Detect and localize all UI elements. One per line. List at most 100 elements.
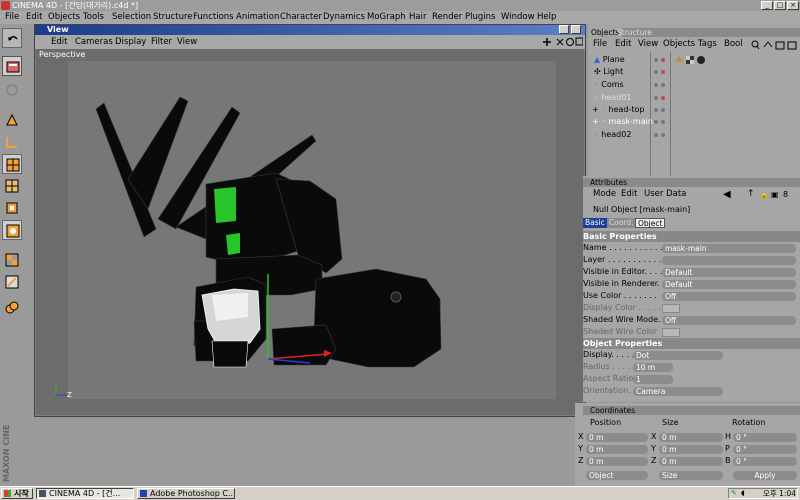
editor-visibility-dot[interactable]: [654, 108, 658, 112]
plane-tags[interactable]: [674, 54, 714, 66]
edges-mode-button[interactable]: [2, 132, 22, 152]
render-visibility-dot[interactable]: [661, 96, 665, 100]
objects-menu-view[interactable]: View: [638, 38, 658, 51]
object-axis-button[interactable]: [2, 176, 22, 196]
attributes-menu-edit[interactable]: Edit: [621, 188, 637, 201]
orientation-select[interactable]: Camera: [633, 387, 723, 396]
up-arrow-icon[interactable]: ↑: [747, 188, 755, 201]
maximize-view-icon[interactable]: [575, 37, 583, 46]
taskbar-cinema4d[interactable]: CINEMA 4D - [건...: [36, 488, 134, 499]
editor-visibility-dot[interactable]: [654, 96, 658, 100]
render-visibility-dot[interactable]: [661, 120, 665, 124]
editor-visibility-dot[interactable]: [654, 133, 658, 137]
up-icon[interactable]: [763, 41, 773, 48]
tray-sound-icon[interactable]: ◖: [741, 489, 745, 498]
editor-visibility-dot[interactable]: [654, 120, 658, 124]
rot-h-field[interactable]: 0 °: [733, 433, 797, 442]
view-window[interactable]: View Edit Cameras Display Filter View Pe…: [34, 24, 586, 417]
object-item-light[interactable]: ✣ Light: [594, 66, 623, 78]
render-visibility-dot[interactable]: [661, 108, 665, 112]
tab-coord[interactable]: Coord.: [607, 218, 636, 228]
new-window-icon[interactable]: ▣: [771, 188, 779, 201]
taskbar-photoshop[interactable]: Adobe Photoshop C...: [137, 488, 235, 499]
object-item-plane[interactable]: ▲ Plane: [594, 54, 625, 66]
object-item-mask-main[interactable]: + ◦ mask-main: [592, 116, 653, 128]
render-visibility-dot[interactable]: [661, 133, 665, 137]
editor-visibility-dot[interactable]: [654, 58, 658, 62]
visible-editor-select[interactable]: Default: [662, 268, 796, 277]
objects-menu-bool[interactable]: Bool: [724, 38, 743, 51]
tab-object[interactable]: Object: [635, 218, 666, 228]
render-visibility-dot[interactable]: [661, 58, 665, 62]
menu-animation[interactable]: Animation: [236, 11, 279, 24]
object-item-head02[interactable]: ◦ head02: [594, 129, 631, 141]
display-color-swatch[interactable]: [662, 304, 680, 313]
view-navigation-icons[interactable]: [543, 37, 583, 47]
tray-clock[interactable]: 오후 1:04: [763, 489, 796, 498]
texture-mode-button[interactable]: [2, 80, 22, 100]
attributes-title[interactable]: Attributes: [587, 178, 630, 187]
menu-functions[interactable]: Functions: [193, 11, 234, 24]
aspect-ratio-field[interactable]: 1: [633, 375, 673, 384]
view-menu-cameras[interactable]: Cameras: [75, 35, 113, 49]
visible-renderer-select[interactable]: Default: [662, 280, 796, 289]
animation-mode-button[interactable]: [2, 198, 22, 218]
zoom-view-icon[interactable]: [556, 38, 564, 46]
paint-mode-button[interactable]: [2, 298, 22, 318]
menu-edit[interactable]: Edit: [26, 11, 42, 24]
minimize-button[interactable]: _: [761, 1, 773, 10]
apply-button[interactable]: Apply: [733, 471, 797, 480]
render-visibility-dot[interactable]: [661, 70, 665, 74]
name-field[interactable]: mask-main: [662, 244, 796, 253]
undo-button[interactable]: [2, 28, 22, 48]
shaded-wire-color-swatch[interactable]: [662, 328, 680, 337]
start-button[interactable]: 시작: [1, 488, 33, 499]
rotate-view-icon[interactable]: [566, 38, 574, 46]
object-item-head01[interactable]: ◦ head01: [594, 92, 631, 104]
radius-field[interactable]: 10 m: [633, 363, 673, 372]
attributes-menu-user-data[interactable]: User Data: [644, 188, 686, 201]
pos-y-field[interactable]: 0 m: [586, 445, 648, 454]
menu-dynamics[interactable]: Dynamics: [323, 11, 365, 24]
menu-mograph[interactable]: MoGraph: [367, 11, 406, 24]
view-menu-display[interactable]: Display: [115, 35, 146, 49]
maximize-button[interactable]: □: [774, 1, 786, 10]
expand-plus-icon[interactable]: +: [592, 117, 599, 126]
tweak-mode-button[interactable]: [2, 250, 22, 270]
layer-field[interactable]: [662, 256, 796, 265]
menu-render[interactable]: Render: [432, 11, 462, 24]
basic-properties-header[interactable]: Basic Properties: [583, 231, 800, 242]
tab-basic[interactable]: Basic: [583, 218, 607, 228]
back-arrow-icon[interactable]: ◀: [723, 188, 731, 201]
rot-b-field[interactable]: 0 °: [733, 457, 797, 466]
material-tag-icon[interactable]: [697, 56, 705, 64]
uv-mode-button[interactable]: [2, 272, 22, 292]
rot-p-field[interactable]: 0 °: [733, 445, 797, 454]
menu-character[interactable]: Character: [280, 11, 322, 24]
menu-window[interactable]: Window: [501, 11, 535, 24]
view-menu-filter[interactable]: Filter: [151, 35, 172, 49]
display-select[interactable]: Dot: [633, 351, 723, 360]
tray-pen-icon[interactable]: ✎: [731, 489, 737, 498]
pos-z-field[interactable]: 0 m: [586, 457, 648, 466]
attributes-menu-mode[interactable]: Mode: [593, 188, 616, 201]
view-menu-view[interactable]: View: [177, 35, 197, 49]
points-mode-button[interactable]: [2, 110, 22, 130]
menu-structure[interactable]: Structure: [153, 11, 193, 24]
shaded-wire-mode-select[interactable]: Off: [662, 316, 796, 325]
editor-visibility-dot[interactable]: [654, 70, 658, 74]
expand-icon[interactable]: [787, 41, 797, 50]
view-close-button[interactable]: [571, 25, 581, 34]
size-mode-select[interactable]: Size: [659, 471, 723, 480]
objects-menu-edit[interactable]: Edit: [615, 38, 631, 51]
viewport[interactable]: Perspective Z: [36, 49, 584, 415]
size-x-field[interactable]: 0 m: [659, 433, 723, 442]
objects-menu-tags[interactable]: Tags: [698, 38, 717, 51]
render-visibility-dot[interactable]: [661, 83, 665, 87]
size-y-field[interactable]: 0 m: [659, 445, 723, 454]
view-restore-button[interactable]: [559, 25, 569, 34]
expand-plus-icon[interactable]: +: [592, 105, 599, 114]
objects-menu-objects[interactable]: Objects: [663, 38, 695, 51]
move-view-icon[interactable]: [543, 38, 551, 46]
menu-objects[interactable]: Objects: [48, 11, 80, 24]
